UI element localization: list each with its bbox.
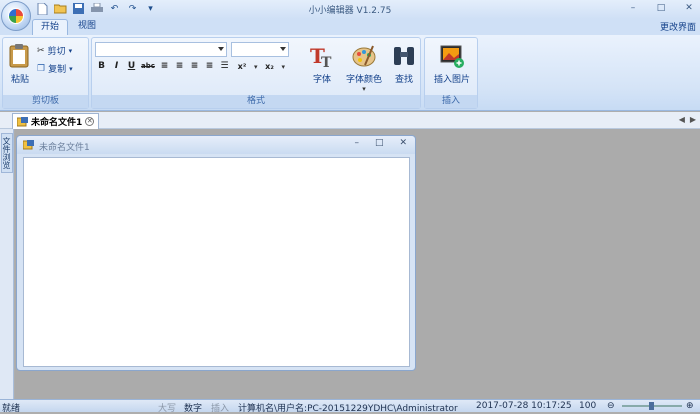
font-name-combo[interactable] <box>95 42 227 57</box>
tab-view[interactable]: 视图 <box>70 19 104 35</box>
subscript-button[interactable]: x₂ <box>262 61 278 72</box>
insert-group: 插入图片 插入 <box>424 37 478 109</box>
change-ui-button[interactable]: 更改界面 <box>660 20 696 33</box>
justify-button[interactable]: ≡ <box>204 61 215 72</box>
paste-icon <box>9 44 29 68</box>
status-ready: 就绪 <box>2 404 21 414</box>
status-bar: 就绪 大写 数字 插入 计算机名\用户名:PC-20151229YDHC\Adm… <box>0 399 700 414</box>
status-zoom-value: 100 <box>579 401 597 411</box>
file-browser-tab[interactable]: 文件浏览 <box>1 133 13 173</box>
status-insert: 插入 <box>211 404 230 414</box>
document-tab-strip: 未命名文件1 ✕ ◀ ▶ <box>0 112 700 129</box>
cut-button[interactable]: ✂ 剪切 ▾ <box>37 44 73 58</box>
child-title-bar[interactable]: 未命名文件1 – □ ✕ <box>17 136 415 154</box>
format-group-label: 格式 <box>92 95 420 108</box>
font-icon: T T <box>310 44 332 69</box>
zoom-out-icon[interactable]: ⊖ <box>607 401 615 411</box>
copy-button[interactable]: ❐ 复制 ▾ <box>37 62 73 76</box>
insert-image-icon <box>440 45 464 68</box>
font-size-combo[interactable] <box>231 42 289 57</box>
scroll-right-icon[interactable]: ▶ <box>690 115 696 124</box>
insert-group-label: 插入 <box>425 95 477 108</box>
chevron-down-icon: ▾ <box>69 64 73 73</box>
tab-nav-arrows: ◀ ▶ <box>679 115 696 124</box>
app-title: 小小编辑器 V1.2.75 <box>308 6 392 16</box>
text-editor-area[interactable] <box>23 157 410 367</box>
window-controls: – □ ✕ <box>626 2 696 14</box>
italic-button[interactable]: I <box>111 61 122 72</box>
maximize-button[interactable]: □ <box>654 2 668 14</box>
zoom-in-icon[interactable]: ⊕ <box>686 401 694 411</box>
bold-button[interactable]: B <box>96 61 107 72</box>
chevron-down-icon: ▾ <box>68 46 73 55</box>
status-datetime: 2017-07-28 10:17:25 <box>476 401 572 411</box>
format-buttons-row: B I U abc ≡ ≡ ≡ ≡ ☰ x² ▾ x₂ ▾ <box>96 61 285 72</box>
align-right-button[interactable]: ≡ <box>189 61 200 72</box>
find-button[interactable]: 查找 <box>388 41 420 93</box>
align-left-button[interactable]: ≡ <box>159 61 170 72</box>
underline-button[interactable]: U <box>126 61 137 72</box>
ribbon-tab-row: 开始 视图 更改界面 <box>0 19 700 35</box>
chevron-down-icon: ▾ <box>281 62 286 71</box>
scroll-left-icon[interactable]: ◀ <box>679 115 685 124</box>
clipboard-group-label: 剪切板 <box>3 95 88 108</box>
zoom-slider[interactable] <box>622 402 682 410</box>
chevron-down-icon: ▾ <box>362 85 366 93</box>
status-machine-user: 计算机名\用户名:PC-20151229YDHC\Administrator <box>238 404 458 414</box>
scissors-icon: ✂ <box>37 45 45 56</box>
svg-text:T: T <box>321 55 332 69</box>
document-tab[interactable]: 未命名文件1 ✕ <box>12 113 100 129</box>
document-icon <box>17 116 28 126</box>
tab-home[interactable]: 开始 <box>32 19 69 35</box>
child-minimize-button[interactable]: – <box>354 138 359 148</box>
status-caps: 大写 <box>158 404 177 414</box>
strikethrough-button[interactable]: abc <box>141 61 155 72</box>
bullets-button[interactable]: ☰ <box>219 61 230 72</box>
palette-icon <box>352 45 376 67</box>
child-window-controls: – □ ✕ <box>354 138 407 148</box>
app-menu-orb-icon[interactable] <box>1 1 31 31</box>
mdi-workspace: 未命名文件1 – □ ✕ <box>15 129 700 399</box>
paste-button[interactable]: 粘贴 <box>4 41 36 93</box>
ribbon: 粘贴 ✂ 剪切 ▾ ❐ 复制 ▾ 剪切板 T T 字体 字体颜色 ▾ 查找 格式… <box>0 35 700 111</box>
chevron-down-icon <box>218 47 224 51</box>
title-bar: ↶ ↷ ▾ 小小编辑器 V1.2.75 – □ ✕ <box>0 0 700 19</box>
minimize-button[interactable]: – <box>626 2 640 14</box>
font-button[interactable]: T T 字体 <box>306 41 338 93</box>
chevron-down-icon: ▾ <box>254 62 258 71</box>
side-panel: 文件浏览 <box>0 129 14 399</box>
document-icon <box>23 140 34 150</box>
close-tab-icon[interactable]: ✕ <box>85 117 95 126</box>
superscript-button[interactable]: x² <box>234 61 250 72</box>
status-num: 数字 <box>184 404 203 414</box>
child-window-title: 未命名文件1 <box>39 143 90 153</box>
clipboard-group: 粘贴 ✂ 剪切 ▾ ❐ 复制 ▾ 剪切板 <box>2 37 89 109</box>
child-maximize-button[interactable]: □ <box>375 138 384 148</box>
zoom-slider-thumb[interactable] <box>649 402 654 410</box>
align-center-button[interactable]: ≡ <box>174 61 185 72</box>
format-group: T T 字体 字体颜色 ▾ 查找 格式 <box>91 37 421 109</box>
child-close-button[interactable]: ✕ <box>399 138 407 148</box>
binoculars-icon <box>394 47 414 65</box>
insert-image-button[interactable]: 插入图片 <box>430 41 474 93</box>
chevron-down-icon <box>280 47 286 51</box>
child-window: 未命名文件1 – □ ✕ <box>16 135 416 371</box>
copy-icon: ❐ <box>37 63 46 74</box>
font-color-button[interactable]: 字体颜色 ▾ <box>344 41 384 93</box>
close-button[interactable]: ✕ <box>682 2 696 14</box>
